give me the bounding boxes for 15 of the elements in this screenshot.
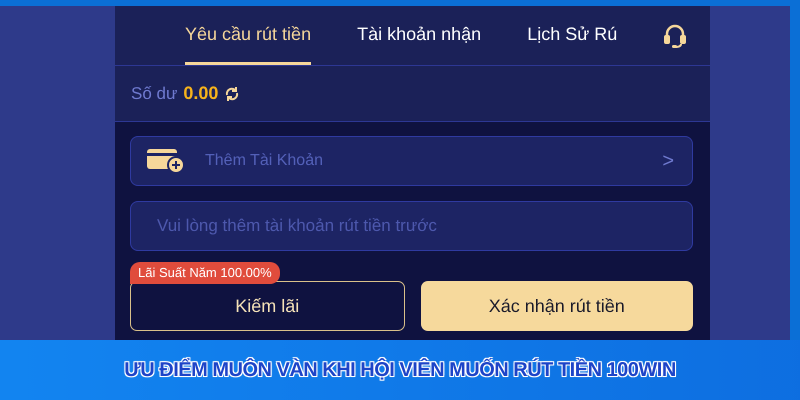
caption-banner-text: ƯU ĐIỂM MUÔN VÀN KHI HỘI VIÊN MUỐN RÚT TIỀN 100WIN [124,357,676,383]
interest-rate-badge: Lãi Suất Năm 100.00% [130,262,280,284]
balance-amount: 0.00 [183,82,218,105]
refresh-icon[interactable] [224,86,240,102]
balance-label: Số dư [131,82,178,105]
headset-icon[interactable] [663,22,688,48]
wallet-add-icon [147,148,185,174]
chevron: > [662,149,674,174]
action-button[interactable]: Kiếm lãi [130,281,404,331]
account-input-field[interactable]: Vui lòng thêm tài khoản rút tiền trước [130,201,693,251]
tab[interactable]: Lịch Sử Rú [527,6,618,65]
add-account-label: Thêm Tài Khoản [205,151,324,171]
tab[interactable]: Tài khoản nhận [357,6,482,65]
action-button[interactable]: Xác nhận rút tiền [420,281,693,331]
add-account-row[interactable]: Thêm Tài Khoản > [130,136,693,186]
